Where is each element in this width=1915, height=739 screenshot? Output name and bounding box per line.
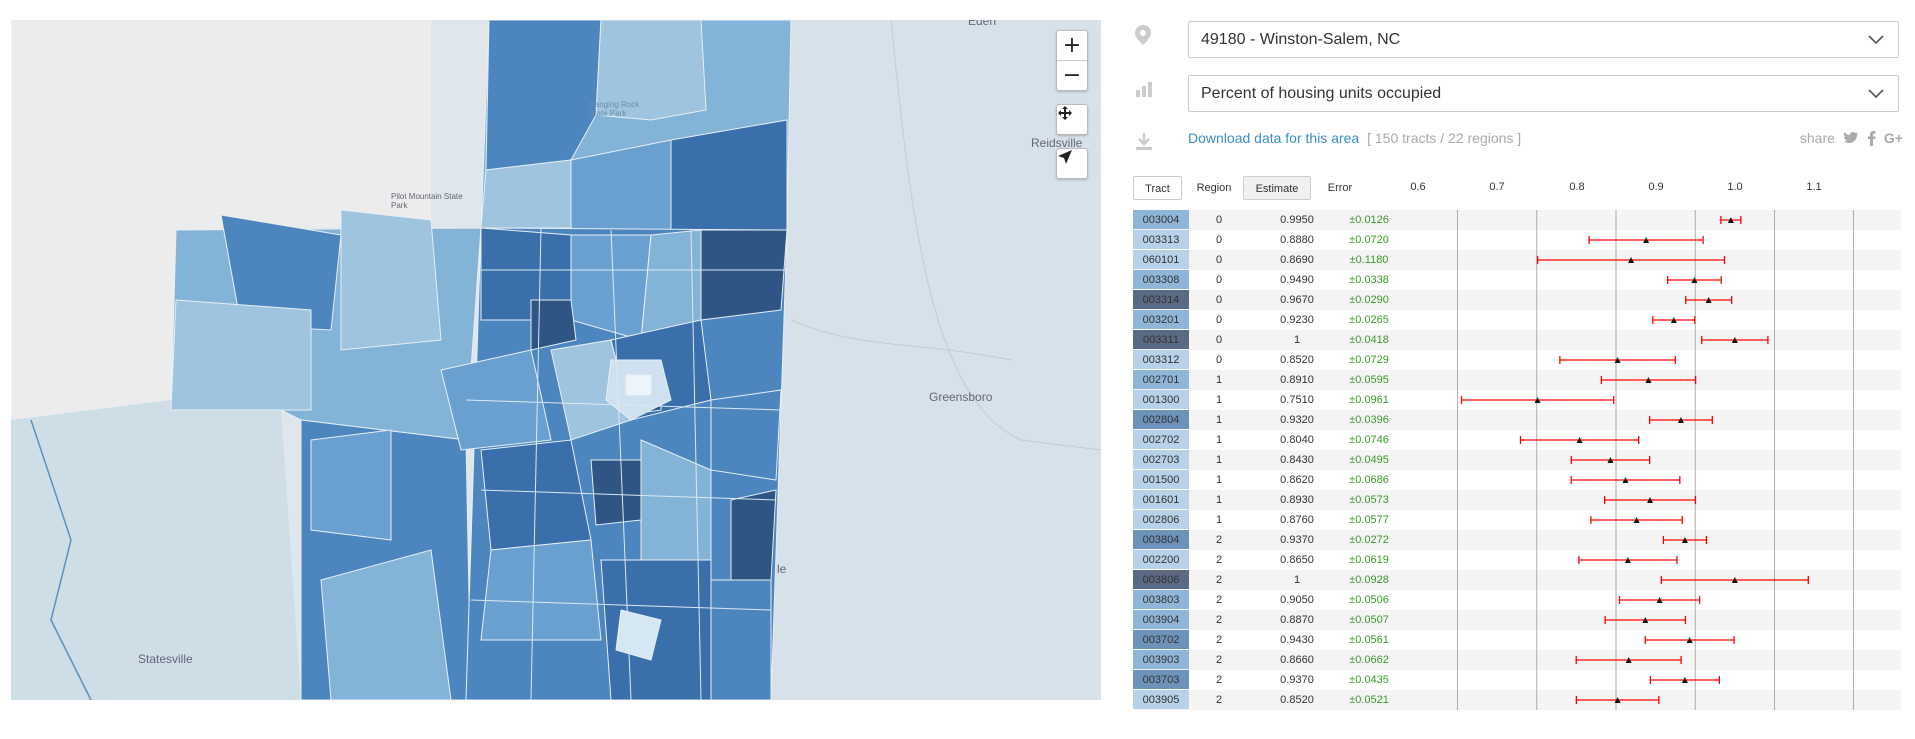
map-view[interactable]: Eden Reidsville Hanging Rock State Park …	[11, 20, 1101, 700]
axis-tick-label: 0.8	[1569, 181, 1585, 193]
tract-region[interactable]	[170, 299, 312, 411]
pan-move-icon[interactable]	[1057, 105, 1087, 134]
download-row: Download data for this area [ 150 tracts…	[1188, 130, 1521, 146]
place-label-eden: Eden	[968, 20, 997, 28]
twitter-icon[interactable]	[1843, 131, 1859, 145]
error-sort-button[interactable]: Error	[1316, 176, 1364, 200]
zoom-control: + −	[1056, 30, 1088, 91]
tract-region[interactable]	[710, 579, 772, 700]
tract-sort-button[interactable]: Tract	[1133, 176, 1182, 200]
tract-region[interactable]	[590, 459, 642, 526]
tract-region[interactable]	[480, 539, 602, 641]
tract-region[interactable]	[310, 429, 392, 541]
facebook-icon[interactable]	[1867, 130, 1876, 146]
location-select[interactable]: 49180 - Winston-Salem, NC	[1188, 21, 1899, 58]
google-plus-icon[interactable]: G+	[1884, 130, 1903, 146]
zoom-out-button[interactable]: −	[1057, 60, 1087, 90]
tract-region[interactable]	[340, 209, 442, 351]
zoom-in-button[interactable]: +	[1057, 31, 1087, 60]
tract-region[interactable]	[710, 389, 782, 481]
axis-tick-label: 0.6	[1410, 181, 1426, 193]
axis-tick-label: 1.1	[1806, 181, 1822, 193]
map-canvas[interactable]	[11, 20, 1101, 700]
location-pin-icon	[1134, 24, 1154, 45]
estimate-sort-button[interactable]: Estimate	[1243, 176, 1311, 200]
download-icon	[1134, 132, 1154, 152]
location-select-value: 49180 - Winston-Salem, NC	[1201, 31, 1401, 48]
variable-select-value: Percent of housing units occupied	[1201, 85, 1442, 102]
locate-control	[1056, 148, 1088, 179]
chevron-down-icon	[1868, 89, 1884, 99]
place-label-pilot-mountain: Pilot Mountain State Park	[391, 192, 463, 210]
share-row: share G+	[1800, 130, 1903, 146]
place-label-greensboro: Greensboro	[929, 390, 993, 404]
bar-chart-icon	[1134, 78, 1154, 98]
share-label: share	[1799, 130, 1835, 146]
place-label-fragment: le	[777, 562, 787, 576]
tract-region[interactable]	[670, 119, 788, 231]
locate-arrow-icon[interactable]	[1057, 149, 1087, 178]
variable-select[interactable]: Percent of housing units occupied	[1188, 75, 1899, 112]
download-meta: [ 150 tracts / 22 regions ]	[1367, 130, 1522, 146]
region-sort-button[interactable]: Region	[1188, 176, 1240, 200]
pan-control	[1056, 104, 1088, 135]
county-area	[771, 20, 1101, 700]
place-label-hanging-rock: Hanging Rock State Park	[589, 100, 640, 118]
downtown-core[interactable]	[625, 374, 652, 396]
tract-region[interactable]	[700, 229, 788, 321]
download-link[interactable]: Download data for this area	[1188, 130, 1359, 146]
axis-tick-label: 0.9	[1648, 181, 1664, 193]
tract-region[interactable]	[480, 159, 572, 229]
tract-region[interactable]	[730, 489, 777, 581]
axis-tick-label: 0.7	[1489, 181, 1505, 193]
axis-tick-label: 1.0	[1727, 181, 1743, 193]
error-bar-chart	[1457, 210, 1854, 710]
place-label-statesville: Statesville	[138, 652, 193, 666]
chevron-down-icon	[1868, 35, 1884, 45]
